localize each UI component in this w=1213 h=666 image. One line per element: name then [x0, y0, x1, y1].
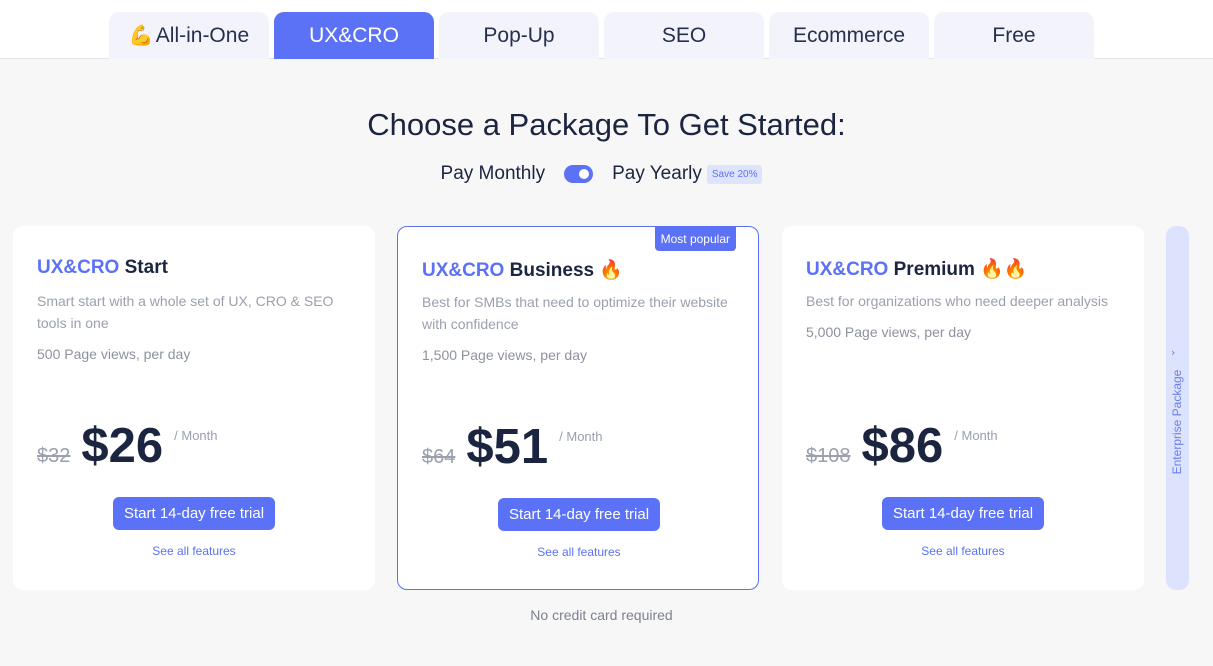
- plan-brand: UX&CRO: [422, 260, 505, 281]
- plan-card-premium: UX&CRO Premium 🔥🔥 Best for organizations…: [782, 226, 1144, 590]
- start-trial-button[interactable]: Start 14-day free trial: [498, 498, 660, 531]
- see-all-features-link[interactable]: See all features: [782, 544, 1144, 558]
- plan-description: Best for organizations who need deeper a…: [806, 293, 1108, 309]
- plan-name: Business: [509, 260, 595, 281]
- tab-label: Free: [992, 23, 1036, 47]
- plan-brand: UX&CRO: [806, 259, 889, 280]
- tab-pop-up[interactable]: Pop-Up: [439, 12, 599, 59]
- plan-title: UX&CRO Business 🔥: [422, 258, 623, 282]
- price-row: $108 $86 / Month: [806, 418, 998, 474]
- plan-page-views: 1,500 Page views, per day: [422, 347, 587, 363]
- page-title: Choose a Package To Get Started:: [367, 107, 846, 142]
- toggle-knob: [579, 169, 590, 179]
- chevron-right-icon: ›: [1171, 346, 1176, 359]
- old-price: $64: [422, 446, 456, 468]
- plan-description: Best for SMBs that need to optimize thei…: [422, 294, 728, 332]
- billing-toggle-row: Pay Monthly Pay Yearly Save 20%: [0, 163, 1203, 185]
- tab-label: SEO: [661, 23, 707, 47]
- tab-label: Pop-Up: [483, 23, 555, 47]
- price: $51: [466, 420, 549, 474]
- tab-ecommerce[interactable]: Ecommerce: [769, 12, 929, 59]
- old-price: $108: [806, 445, 851, 467]
- old-price: $32: [37, 445, 71, 467]
- fire-icon: 🔥: [599, 260, 624, 281]
- price-period: / Month: [559, 429, 603, 444]
- start-trial-button[interactable]: Start 14-day free trial: [882, 497, 1044, 530]
- start-trial-button[interactable]: Start 14-day free trial: [113, 497, 275, 530]
- plan-card-start: UX&CRO Start Smart start with a whole se…: [13, 226, 375, 590]
- tab-label: All-in-One: [155, 23, 250, 47]
- save-badge: Save 20%: [706, 164, 763, 184]
- price: $26: [81, 419, 164, 473]
- price-row: $32 $26 / Month: [37, 418, 218, 474]
- pay-monthly-label[interactable]: Pay Monthly: [441, 163, 546, 185]
- enterprise-package-tab[interactable]: › Enterprise Package: [1166, 226, 1189, 590]
- no-credit-card-note: No credit card required: [530, 607, 673, 623]
- category-tabs: 💪 All-in-One UX&CRO Pop-Up SEO Ecommerce…: [0, 0, 1213, 59]
- tab-label: UX&CRO: [309, 23, 399, 47]
- plan-brand: UX&CRO: [37, 257, 120, 278]
- tab-ux-cro[interactable]: UX&CRO: [274, 12, 434, 59]
- price-period: / Month: [954, 428, 998, 443]
- tab-all-in-one[interactable]: 💪 All-in-One: [109, 12, 269, 59]
- tab-free[interactable]: Free: [934, 12, 1094, 59]
- price-period: / Month: [174, 428, 218, 443]
- plan-title: UX&CRO Premium 🔥🔥: [806, 257, 1028, 281]
- most-popular-badge: Most popular: [654, 227, 736, 251]
- plan-card-business: Most popular UX&CRO Business 🔥 Best for …: [397, 226, 759, 590]
- plan-name: Start: [124, 257, 168, 278]
- pay-yearly-label[interactable]: Pay Yearly: [612, 163, 702, 185]
- price: $86: [861, 419, 944, 473]
- tab-seo[interactable]: SEO: [604, 12, 764, 59]
- see-all-features-link[interactable]: See all features: [398, 545, 760, 559]
- enterprise-package-label: Enterprise Package: [1170, 369, 1184, 475]
- plan-name: Premium: [893, 259, 975, 280]
- tab-label: Ecommerce: [792, 23, 906, 47]
- plan-page-views: 500 Page views, per day: [37, 346, 191, 362]
- fire-icon: 🔥🔥: [980, 259, 1028, 280]
- price-row: $64 $51 / Month: [422, 419, 603, 475]
- flexed-biceps-icon: 💪: [128, 25, 154, 47]
- billing-toggle[interactable]: [564, 165, 594, 183]
- plan-page-views: 5,000 Page views, per day: [806, 324, 971, 340]
- see-all-features-link[interactable]: See all features: [13, 544, 375, 558]
- plan-title: UX&CRO Start: [37, 257, 168, 279]
- plan-description: Smart start with a whole set of UX, CRO …: [37, 293, 334, 331]
